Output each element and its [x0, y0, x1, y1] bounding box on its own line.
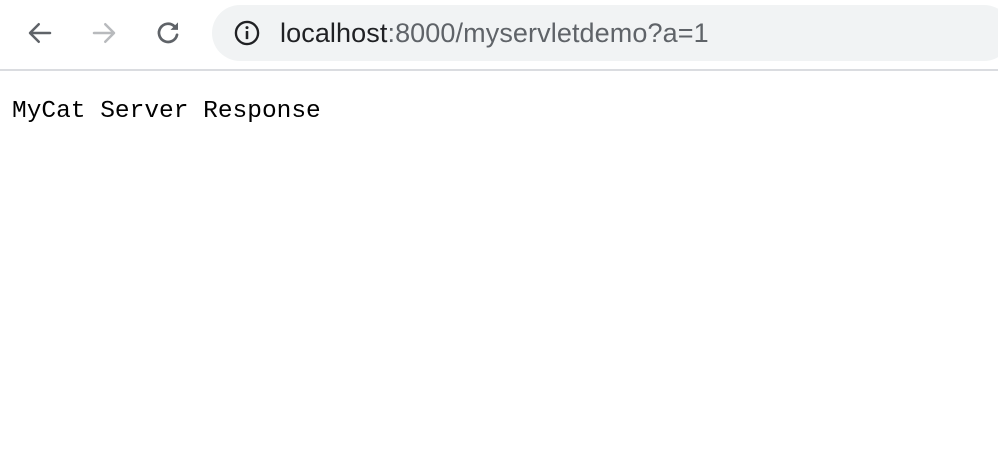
page-body-text: MyCat Server Response: [12, 98, 321, 125]
back-button[interactable]: [20, 13, 60, 53]
site-info-button[interactable]: [232, 18, 262, 48]
url-path: :8000/myservletdemo?a=1: [387, 17, 709, 48]
arrow-left-icon: [28, 23, 52, 43]
url-text[interactable]: localhost:8000/myservletdemo?a=1: [280, 18, 709, 49]
forward-button[interactable]: [84, 13, 124, 53]
reload-icon: [157, 22, 179, 44]
arrow-right-icon: [92, 23, 116, 43]
address-bar[interactable]: localhost:8000/myservletdemo?a=1: [212, 5, 998, 61]
url-host: localhost: [280, 17, 388, 48]
browser-toolbar: localhost:8000/myservletdemo?a=1: [0, 0, 998, 71]
reload-button[interactable]: [148, 13, 188, 53]
info-circle-icon: [234, 20, 260, 46]
